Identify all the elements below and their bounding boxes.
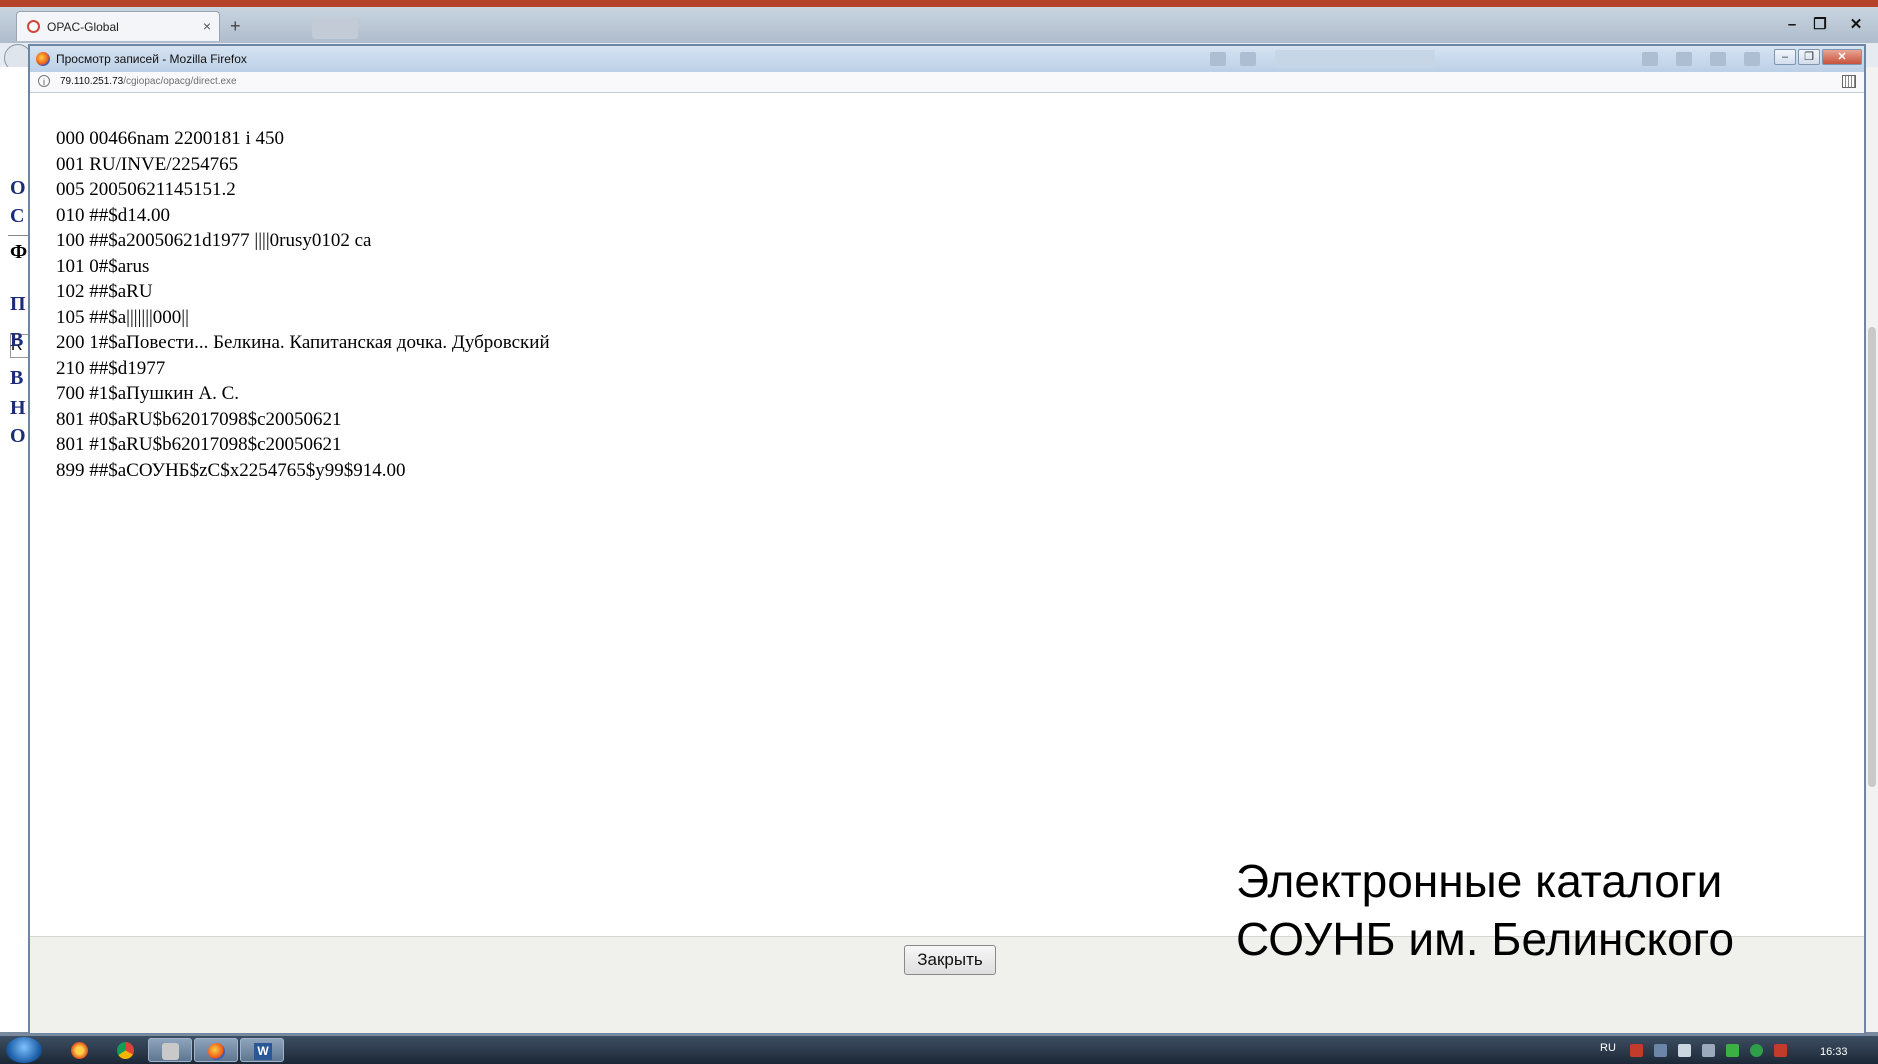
record-line: 210 ##$d1977 xyxy=(56,357,166,379)
tab-opac-global[interactable]: OPAC-Global × xyxy=(16,11,220,41)
tray-icon[interactable] xyxy=(1654,1044,1667,1057)
ghost-toolbar-icon xyxy=(1642,52,1658,66)
taskbar-app-button[interactable] xyxy=(148,1038,192,1062)
background-page: О С Ф R П В В Н О xyxy=(0,67,30,1032)
ghost-toolbar-icon xyxy=(1210,52,1226,66)
close-button[interactable]: Закрыть xyxy=(904,945,996,975)
volume-icon[interactable] xyxy=(1678,1044,1691,1057)
divider xyxy=(8,235,30,236)
clock[interactable]: 16:33 xyxy=(1820,1046,1848,1058)
url-path: /cgiopac/opacg/direct.exe xyxy=(123,76,237,87)
record-line: 000 00466nam 2200181 i 450 xyxy=(56,128,284,149)
ghost-toolbar-icon xyxy=(1710,52,1726,66)
record-line: 102 ##$aRU xyxy=(56,281,153,302)
record-line: 010 ##$d14.00 xyxy=(56,204,170,226)
ghost-toolbar-icon xyxy=(1240,52,1256,66)
chrome-icon xyxy=(117,1042,134,1059)
blurred-tab[interactable] xyxy=(312,17,358,39)
tab-close-icon[interactable]: × xyxy=(203,18,211,34)
record-line: 001 RU/INVE/2254765 xyxy=(56,153,239,175)
popup-url-bar[interactable]: i 79.110.251.73/cgiopac/opacg/direct.exe xyxy=(30,72,1864,93)
record-line: 899 ##$aСОУНБ$zC$x2254765$y99$914.00 xyxy=(56,459,406,481)
tray-icon[interactable] xyxy=(1726,1044,1739,1057)
background-link[interactable]: С xyxy=(10,205,24,228)
url-text: 79.110.251.73/cgiopac/opacg/direct.exe xyxy=(60,76,237,87)
tray-icon[interactable] xyxy=(1630,1044,1643,1057)
slide-caption: Электронные каталоги СОУНБ им. Белинског… xyxy=(1236,852,1734,968)
network-icon[interactable] xyxy=(1702,1044,1715,1057)
background-scrollbar[interactable] xyxy=(1866,67,1878,1032)
background-link[interactable]: В xyxy=(10,329,23,352)
taskbar-word-button[interactable]: W xyxy=(240,1038,284,1062)
popup-close-button[interactable]: ✕ xyxy=(1822,49,1862,65)
caption-line-1: Электронные каталоги xyxy=(1236,855,1723,907)
popup-minimize-button[interactable]: – xyxy=(1774,49,1796,65)
window-close-button[interactable]: ✕ xyxy=(1844,16,1868,34)
taskbar-firefox-button[interactable] xyxy=(194,1038,238,1062)
marc-record: 000 00466nam 2200181 i 450 001 RU/INVE/2… xyxy=(56,126,550,483)
firefox-icon xyxy=(208,1043,225,1060)
background-link[interactable]: О xyxy=(10,177,26,200)
record-line: 700 #1$aПушкин А. С. xyxy=(56,383,239,404)
word-icon: W xyxy=(254,1043,272,1060)
background-link[interactable]: В xyxy=(10,367,23,390)
popup-title: Просмотр записей - Mozilla Firefox xyxy=(56,52,247,66)
top-accent-strip xyxy=(0,0,1878,7)
popup-titlebar: Просмотр записей - Mozilla Firefox – ❐ ✕ xyxy=(30,46,1864,72)
background-link[interactable]: Н xyxy=(10,397,26,420)
caption-line-2: СОУНБ им. Белинского xyxy=(1236,913,1735,965)
app-icon xyxy=(162,1043,179,1060)
flag-icon[interactable] xyxy=(1774,1044,1787,1057)
background-link[interactable]: П xyxy=(10,293,26,316)
new-tab-button[interactable]: + xyxy=(230,16,241,37)
record-line: 801 #0$aRU$b62017098$c20050621 xyxy=(56,408,342,430)
chrome-icon xyxy=(71,1042,88,1059)
opera-icon xyxy=(27,20,40,33)
background-link[interactable]: О xyxy=(10,425,26,448)
ghost-toolbar-icon xyxy=(1744,52,1760,66)
window-minimize-button[interactable]: – xyxy=(1780,16,1804,34)
window-restore-button[interactable]: ❐ xyxy=(1808,16,1832,34)
background-label: Ф xyxy=(10,241,28,263)
language-indicator[interactable]: RU xyxy=(1600,1042,1616,1054)
tray-icon[interactable] xyxy=(1750,1044,1763,1057)
popup-maximize-button[interactable]: ❐ xyxy=(1798,49,1820,65)
url-host: 79.110.251.73 xyxy=(60,76,124,87)
record-line: 101 0#$arus xyxy=(56,255,150,277)
record-line: 200 1#$aПовести... Белкина. Капитанская … xyxy=(56,332,550,353)
firefox-icon xyxy=(36,52,50,66)
record-line: 005 20050621145151.2 xyxy=(56,179,236,200)
reader-view-icon[interactable] xyxy=(1842,75,1856,88)
taskbar-app-button[interactable] xyxy=(104,1038,148,1062)
scrollbar-thumb[interactable] xyxy=(1868,327,1876,787)
taskbar-app-button[interactable] xyxy=(58,1038,102,1062)
tab-title: OPAC-Global xyxy=(47,20,119,34)
record-line: 105 ##$a|||||||000|| xyxy=(56,306,189,328)
ghost-search-field xyxy=(1275,50,1435,68)
outer-browser-tabbar: OPAC-Global × + – ❐ ✕ xyxy=(0,7,1878,43)
windows-taskbar: W RU 16:33 xyxy=(0,1036,1878,1064)
record-line: 801 #1$aRU$b62017098$c20050621 xyxy=(56,434,342,455)
ghost-toolbar-icon xyxy=(1676,52,1692,66)
record-line: 100 ##$a20050621d1977 ||||0rusy0102 ca xyxy=(56,230,372,251)
info-icon[interactable]: i xyxy=(38,75,50,87)
start-button[interactable] xyxy=(6,1037,42,1063)
